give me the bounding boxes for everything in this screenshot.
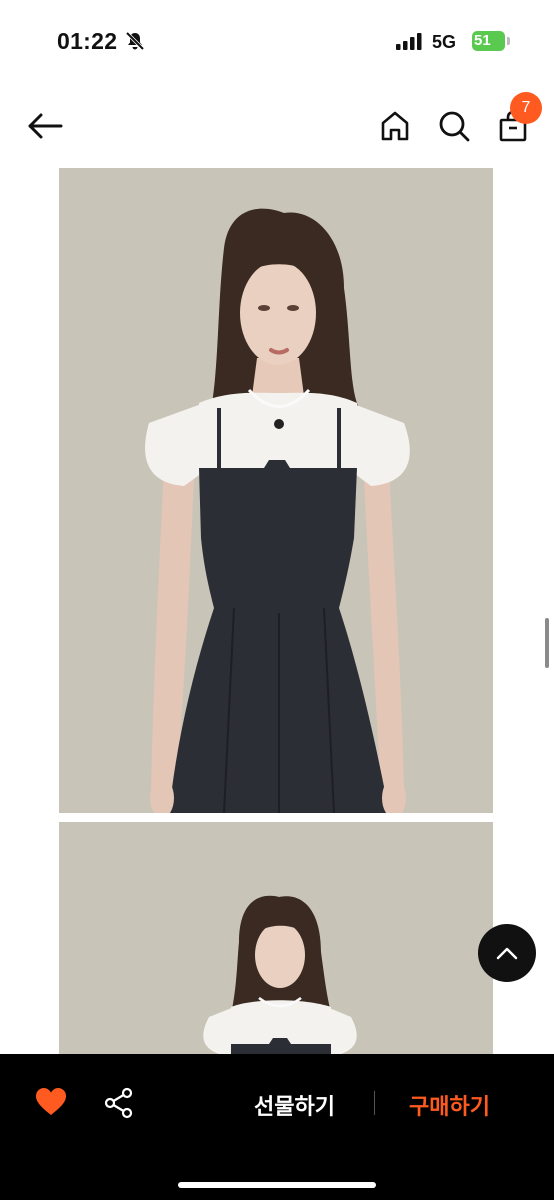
signal-icon bbox=[396, 33, 422, 50]
network-type: 5G bbox=[432, 32, 457, 52]
share-icon[interactable] bbox=[103, 1087, 135, 1119]
status-time: 01:22 bbox=[57, 28, 118, 54]
cart-count-badge: 7 bbox=[510, 92, 542, 124]
divider bbox=[374, 1091, 375, 1115]
battery-level: 51 bbox=[474, 32, 491, 49]
product-image-2 bbox=[59, 822, 493, 1054]
scroll-to-top-button[interactable] bbox=[478, 924, 536, 982]
scrollbar[interactable] bbox=[545, 618, 549, 668]
gift-button[interactable]: 선물하기 bbox=[254, 1089, 335, 1121]
buy-button[interactable]: 구매하기 bbox=[409, 1089, 490, 1121]
product-image-1 bbox=[59, 168, 493, 813]
home-indicator bbox=[178, 1182, 376, 1188]
chevron-up-icon bbox=[496, 947, 518, 960]
bottom-action-bar: 선물하기 구매하기 bbox=[0, 1054, 554, 1200]
heart-icon[interactable] bbox=[35, 1087, 67, 1117]
back-arrow-icon[interactable] bbox=[26, 110, 64, 142]
status-bar: 01:22 5G 51 bbox=[0, 0, 554, 80]
top-nav: 7 bbox=[0, 90, 554, 160]
search-icon[interactable] bbox=[436, 108, 472, 144]
bell-slash-icon bbox=[125, 31, 145, 51]
home-icon[interactable] bbox=[377, 108, 413, 144]
battery-icon: 51 bbox=[472, 31, 510, 51]
